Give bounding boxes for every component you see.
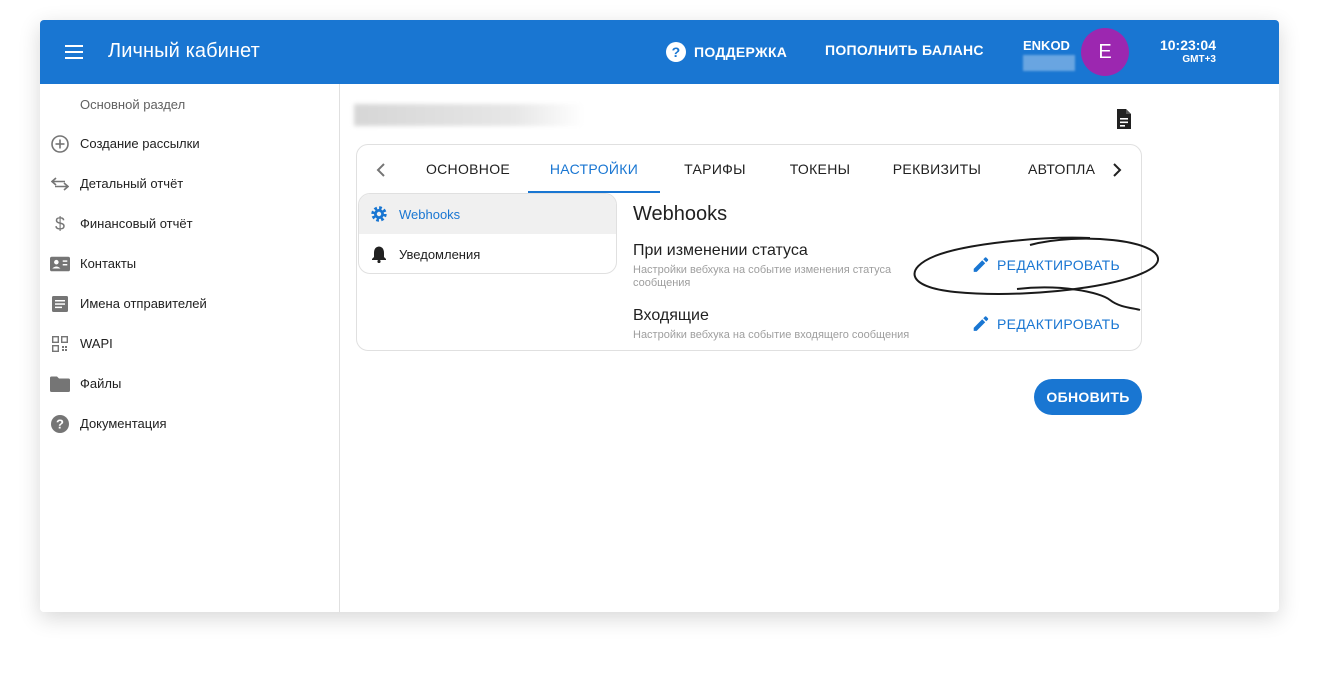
app-bar: Личный кабинет ? ПОДДЕРЖКА ПОПОЛНИТЬ БАЛ… xyxy=(40,20,1279,84)
sidebar-item-create-mailing[interactable]: Создание рассылки xyxy=(40,124,339,164)
clock-timezone: GMT+3 xyxy=(1182,54,1216,65)
settings-menu-label: Уведомления xyxy=(399,247,481,262)
sidebar-item-label: Документация xyxy=(80,416,167,431)
account-name: ENKOD xyxy=(1023,38,1070,53)
sidebar-item-label: Финансовый отчёт xyxy=(80,216,193,231)
chevron-left-icon xyxy=(376,163,385,177)
svg-text:?: ? xyxy=(56,417,64,432)
tab-tokens[interactable]: ТОКЕНЫ xyxy=(770,145,870,193)
webhook-status-description: Настройки вебхука на событие изменения с… xyxy=(633,264,892,289)
tab-bar: ОСНОВНОЕ НАСТРОЙКИ ТАРИФЫ ТОКЕНЫ РЕКВИЗИ… xyxy=(405,145,1095,193)
main-content: ОСНОВНОЕ НАСТРОЙКИ ТАРИФЫ ТОКЕНЫ РЕКВИЗИ… xyxy=(340,84,1279,612)
top-up-balance-button[interactable]: ПОПОЛНИТЬ БАЛАНС xyxy=(825,42,984,58)
help-circle-icon: ? xyxy=(50,414,70,434)
support-button[interactable]: ? ПОДДЕРЖКА xyxy=(666,42,787,62)
avatar[interactable]: E xyxy=(1081,28,1129,76)
edit-incoming-webhook-button[interactable]: РЕДАКТИРОВАТЬ xyxy=(970,308,1120,340)
support-label: ПОДДЕРЖКА xyxy=(694,44,788,60)
document-icon[interactable] xyxy=(1113,108,1135,130)
pencil-icon xyxy=(973,257,989,272)
settings-menu: Webhooks Уведомления xyxy=(358,193,617,274)
contact-card-icon xyxy=(50,254,70,274)
edit-status-webhook-button[interactable]: РЕДАКТИРОВАТЬ xyxy=(970,249,1120,281)
sidebar-item-sender-names[interactable]: Имена отправителей xyxy=(40,284,339,324)
svg-text:$: $ xyxy=(55,214,65,234)
chevron-right-icon xyxy=(1113,163,1122,177)
sidebar-item-label: Детальный отчёт xyxy=(80,176,184,191)
tab-main[interactable]: ОСНОВНОЕ xyxy=(405,145,531,193)
hamburger-menu-icon[interactable] xyxy=(62,40,86,64)
add-circle-icon xyxy=(50,134,70,154)
refresh-button[interactable]: ОБНОВИТЬ xyxy=(1034,379,1142,415)
clock: 10:23:04 GMT+3 xyxy=(1150,37,1216,65)
sidebar-item-label: Файлы xyxy=(80,376,122,391)
qr-code-icon xyxy=(50,334,70,354)
settings-card: ОСНОВНОЕ НАСТРОЙКИ ТАРИФЫ ТОКЕНЫ РЕКВИЗИ… xyxy=(356,144,1142,351)
sidebar-item-financial-report[interactable]: $ Финансовый отчёт xyxy=(40,204,339,244)
sidebar-item-wapi[interactable]: WAPI xyxy=(40,324,339,364)
sidebar-item-detailed-report[interactable]: Детальный отчёт xyxy=(40,164,339,204)
sidebar-item-files[interactable]: Файлы xyxy=(40,364,339,404)
sidebar-item-label: WAPI xyxy=(80,336,113,351)
tabs-scroll-right-button[interactable] xyxy=(1105,158,1129,182)
gear-icon xyxy=(370,205,388,223)
sidebar-item-label: Создание рассылки xyxy=(80,136,200,151)
pencil-icon xyxy=(973,316,989,331)
edit-button-label: РЕДАКТИРОВАТЬ xyxy=(997,316,1120,332)
svg-text:?: ? xyxy=(672,44,681,60)
bell-icon xyxy=(370,245,388,263)
app-title: Личный кабинет xyxy=(108,40,260,62)
dollar-icon: $ xyxy=(50,214,70,234)
sidebar-section-label: Основной раздел xyxy=(80,97,186,112)
settings-menu-item-notifications[interactable]: Уведомления xyxy=(359,234,616,273)
sidebar-item-contacts[interactable]: Контакты xyxy=(40,244,339,284)
page-title-redacted xyxy=(354,104,584,126)
sidebar-item-label: Контакты xyxy=(80,256,137,271)
clock-time: 10:23:04 xyxy=(1159,37,1216,53)
help-circle-icon: ? xyxy=(666,42,686,62)
swap-arrows-icon xyxy=(50,174,70,194)
tab-tariffs[interactable]: ТАРИФЫ xyxy=(660,145,770,193)
sidebar-item-documentation[interactable]: ? Документация xyxy=(40,404,339,444)
tab-autopay[interactable]: АВТОПЛА xyxy=(1004,145,1095,193)
folder-icon xyxy=(50,374,70,394)
webhook-incoming-title: Входящие xyxy=(633,307,709,324)
webhooks-section-title: Webhooks xyxy=(633,203,728,225)
tab-requisites[interactable]: РЕКВИЗИТЫ xyxy=(870,145,1004,193)
webhook-status-title: При изменении статуса xyxy=(633,242,808,259)
edit-button-label: РЕДАКТИРОВАТЬ xyxy=(997,257,1120,273)
settings-menu-label: Webhooks xyxy=(399,207,461,222)
account-id-redacted xyxy=(1023,55,1075,71)
sidebar-item-label: Имена отправителей xyxy=(80,296,207,311)
tab-settings[interactable]: НАСТРОЙКИ xyxy=(528,145,660,193)
settings-menu-item-webhooks[interactable]: Webhooks xyxy=(359,194,616,234)
webhook-incoming-description: Настройки вебхука на событие входящего с… xyxy=(633,329,910,341)
document-list-icon xyxy=(50,294,70,314)
sidebar: Основной раздел Создание рассылки Деталь… xyxy=(40,84,340,612)
app-window: Личный кабинет ? ПОДДЕРЖКА ПОПОЛНИТЬ БАЛ… xyxy=(40,20,1279,612)
tabs-scroll-left-button[interactable] xyxy=(369,158,393,182)
